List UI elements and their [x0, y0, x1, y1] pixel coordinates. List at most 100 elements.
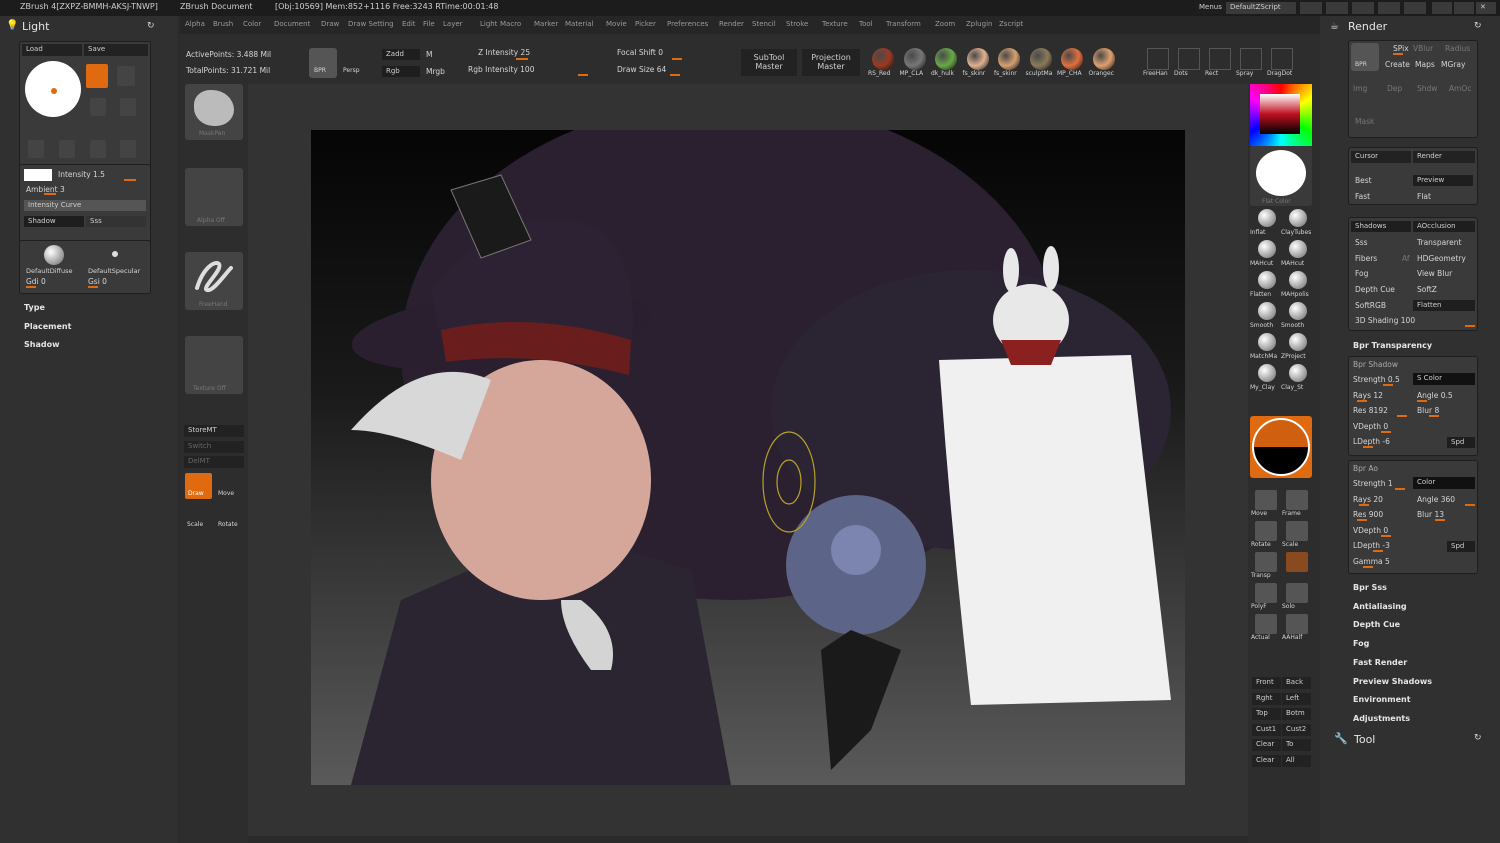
nav-frame-icon[interactable]	[1286, 490, 1308, 510]
menu-zscript[interactable]: Zscript	[999, 20, 1023, 28]
spix-knob[interactable]	[1393, 53, 1403, 55]
shadow-rays-slider[interactable]: Rays 12	[1353, 391, 1383, 400]
load-button[interactable]: Load	[22, 44, 82, 56]
brush-smooth-icon[interactable]	[1289, 302, 1307, 320]
shadow-res-knob[interactable]	[1397, 415, 1407, 417]
ao-strength-knob[interactable]	[1395, 488, 1405, 490]
bulb-icon[interactable]	[28, 140, 44, 158]
preview-button[interactable]: Preview	[1413, 175, 1473, 186]
gdi-knob[interactable]	[26, 286, 36, 288]
section-antialiasing[interactable]: Antialiasing	[1353, 602, 1407, 611]
intensity-slider-knob[interactable]	[124, 179, 136, 181]
shadow-section[interactable]: Shadow	[24, 340, 59, 349]
bpr-ao-title[interactable]: Bpr Ao	[1353, 464, 1378, 473]
default-specular-sphere[interactable]	[112, 251, 118, 257]
switch-button[interactable]: Switch	[184, 441, 244, 453]
shadow-angle-knob[interactable]	[1417, 400, 1427, 402]
brush-mahpolis-icon[interactable]	[1289, 271, 1307, 289]
delmt-button[interactable]: DelMT	[184, 456, 244, 468]
bulb-icon[interactable]	[90, 140, 106, 158]
view-to-button[interactable]: To	[1282, 739, 1311, 751]
vblur-slider[interactable]: VBlur	[1413, 44, 1433, 53]
material-sphere-icon[interactable]	[1061, 48, 1083, 70]
save-button[interactable]: Save	[84, 44, 148, 56]
document-canvas[interactable]	[311, 100, 1185, 785]
light-color-swatch[interactable]	[24, 169, 52, 181]
ao-rays-knob[interactable]	[1359, 504, 1369, 506]
menu-texture[interactable]: Texture	[822, 20, 848, 28]
refresh-icon[interactable]: ↻	[147, 21, 155, 31]
stroke-dots-icon[interactable]	[1178, 48, 1200, 70]
light-position-marker[interactable]	[51, 88, 57, 94]
material-sphere-icon[interactable]	[1092, 48, 1115, 70]
section-bpr-sss[interactable]: Bpr Sss	[1353, 583, 1387, 592]
view-left-button[interactable]: Left	[1282, 692, 1311, 705]
stroke-dragdot-icon[interactable]	[1271, 48, 1293, 70]
shadow-angle-slider[interactable]: Angle 0.5	[1417, 391, 1453, 400]
bpr-shadow-title[interactable]: Bpr Shadow	[1353, 360, 1398, 369]
render-button[interactable]: Render	[1413, 151, 1475, 163]
shadow-ldepth-slider[interactable]: LDepth -6	[1353, 437, 1390, 446]
brush-my_clay-icon[interactable]	[1258, 364, 1276, 382]
texture-button[interactable]: Texture Off	[185, 336, 243, 394]
sss-toggle[interactable]: Sss	[1355, 238, 1368, 247]
section-preview-shadows[interactable]: Preview Shadows	[1353, 677, 1432, 686]
scale-mode-button[interactable]: Scale	[185, 504, 212, 530]
nav-actual-icon[interactable]	[1255, 614, 1277, 634]
brush-flatten-icon[interactable]	[1258, 271, 1276, 289]
brush-claytubes-icon[interactable]	[1289, 209, 1307, 227]
bpr-button[interactable]: BPR	[309, 48, 337, 78]
flat-button[interactable]: Flat	[1417, 192, 1431, 201]
brush-mahcut-icon[interactable]	[1258, 240, 1276, 258]
dep-button[interactable]: Dep	[1387, 84, 1402, 93]
fast-button[interactable]: Fast	[1355, 192, 1370, 201]
focal-shift-knob[interactable]	[672, 58, 682, 60]
window-control-icon[interactable]	[1378, 2, 1400, 14]
menu-layer[interactable]: Layer	[443, 20, 463, 28]
softrgb-toggle[interactable]: SoftRGB	[1355, 301, 1386, 310]
ambient-slider-knob[interactable]	[44, 193, 56, 195]
window-control-icon[interactable]	[1326, 2, 1348, 14]
refresh-icon[interactable]: ↻	[1474, 21, 1482, 31]
brush-inflat-icon[interactable]	[1258, 209, 1276, 227]
flatten-button[interactable]: Flatten	[1413, 300, 1475, 311]
draw-size-knob[interactable]	[670, 74, 680, 76]
gsi-knob[interactable]	[88, 286, 98, 288]
view-back-button[interactable]: Back	[1282, 677, 1311, 689]
zadd-button[interactable]: Zadd	[382, 49, 420, 60]
window-control-icon[interactable]	[1300, 2, 1322, 14]
material-preview[interactable]	[1250, 416, 1312, 478]
stroke-freehan-icon[interactable]	[1147, 48, 1169, 70]
z-intensity-knob[interactable]	[516, 58, 528, 60]
storemt-button[interactable]: StoreMT	[184, 425, 244, 437]
nav-scale-icon[interactable]	[1286, 521, 1308, 541]
ao-rays-slider[interactable]: Rays 20	[1353, 495, 1383, 504]
maximize-icon[interactable]	[1454, 2, 1474, 14]
z-intensity-slider[interactable]: Z Intensity 25	[478, 48, 530, 57]
view-clear-button[interactable]: Clear	[1252, 739, 1281, 751]
view-cust2-button[interactable]: Cust2	[1282, 723, 1311, 736]
ao-angle-slider[interactable]: Angle 360	[1417, 495, 1455, 504]
material-sphere-icon[interactable]	[872, 48, 894, 70]
shadow-vdepth-knob[interactable]	[1381, 431, 1391, 433]
ao-vdepth-knob[interactable]	[1381, 535, 1391, 537]
tool-title[interactable]: Tool	[1354, 733, 1375, 746]
menus-button[interactable]: Menus	[1195, 2, 1226, 14]
menu-edit[interactable]: Edit	[402, 20, 416, 28]
bulb-icon[interactable]	[120, 140, 136, 158]
aocclusion-button[interactable]: AOcclusion	[1413, 221, 1475, 232]
view-all-button[interactable]: All	[1282, 754, 1311, 767]
nav-polyf-icon[interactable]	[1255, 583, 1277, 603]
bulb-icon[interactable]	[120, 98, 136, 116]
section-fog[interactable]: Fog	[1353, 639, 1369, 648]
softz-toggle[interactable]: SoftZ	[1417, 285, 1437, 294]
menu-preferences[interactable]: Preferences	[667, 20, 708, 28]
mrgb-button[interactable]: Mrgb	[426, 67, 445, 76]
bulb-icon[interactable]	[90, 98, 106, 116]
ao-vdepth-slider[interactable]: VDepth 0	[1353, 526, 1388, 535]
placement-section[interactable]: Placement	[24, 322, 71, 331]
rotate-mode-button[interactable]: Rotate	[216, 504, 243, 530]
hdgeometry-toggle[interactable]: HDGeometry	[1417, 254, 1466, 263]
intensity-curve-button[interactable]: Intensity Curve	[24, 200, 146, 211]
bpr-transparency-section[interactable]: Bpr Transparency	[1353, 341, 1432, 350]
